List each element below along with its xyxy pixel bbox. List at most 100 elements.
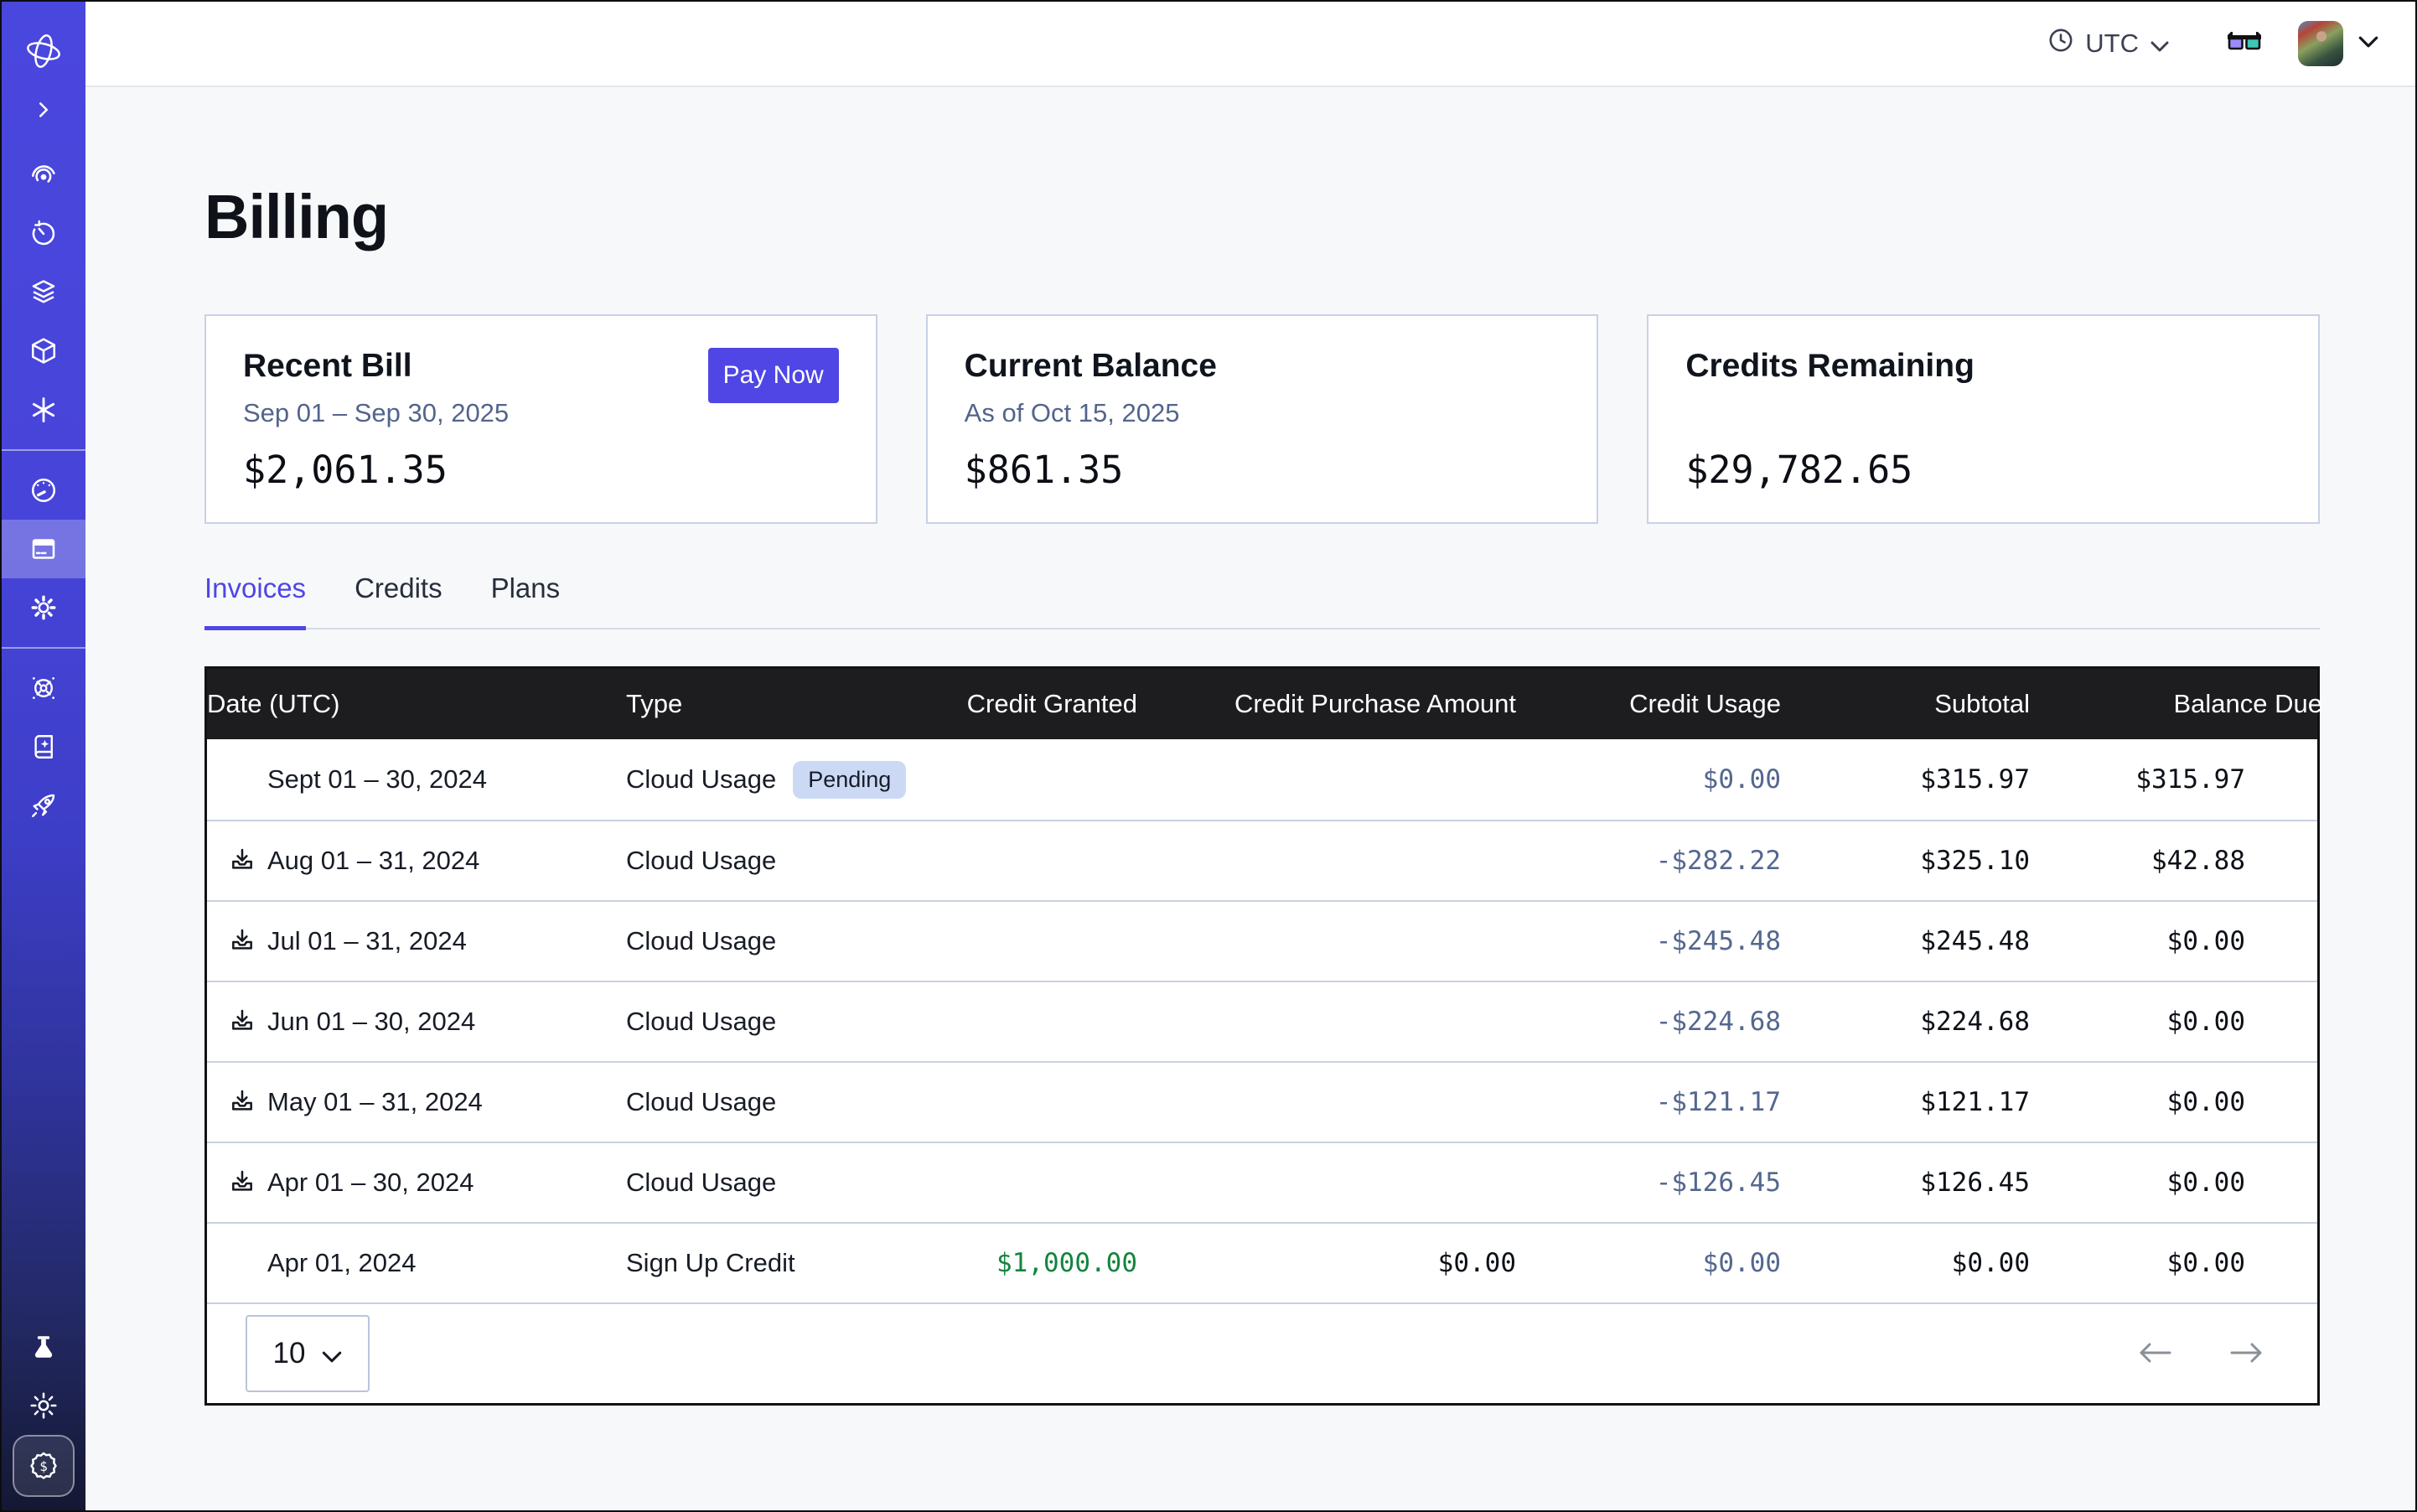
download-invoice-button[interactable] [229, 1168, 256, 1198]
col-date: Date (UTC) [207, 689, 626, 719]
download-invoice-button[interactable] [229, 927, 256, 956]
cell-credit-usage: -$282.22 [1516, 846, 1781, 876]
dollar-badge-icon: $ [27, 1449, 60, 1483]
sidebar-expand-button[interactable] [2, 80, 85, 139]
table-row: Aug 01 – 31, 2024 Cloud Usage -$282.22 $… [207, 820, 2317, 900]
sidebar-item-asterisk[interactable] [2, 381, 85, 439]
sidebar: $ [2, 2, 85, 1510]
cell-subtotal: $325.10 [1781, 846, 2030, 876]
table-header: Date (UTC) Type Credit Granted Credit Pu… [207, 669, 2317, 739]
tab-invoices[interactable]: Invoices [204, 572, 306, 630]
col-credit-purchase: Credit Purchase Amount [1137, 689, 1516, 719]
col-subtotal: Subtotal [1781, 689, 2030, 719]
cell-credit-usage: -$224.68 [1516, 1007, 1781, 1037]
cell-credit-granted: $1,000.00 [928, 1248, 1137, 1278]
cell-type: Cloud Usage [626, 926, 928, 956]
cell-credit-usage: $0.00 [1516, 764, 1781, 795]
next-page-button[interactable] [2228, 1339, 2265, 1369]
reader-mode-button[interactable] [2224, 30, 2264, 58]
topbar: UTC [85, 2, 2415, 87]
brand-logo[interactable] [2, 22, 85, 80]
rocket-icon [28, 790, 59, 821]
sidebar-item-timer[interactable] [2, 205, 85, 263]
cell-subtotal: $0.00 [1781, 1248, 2030, 1278]
cell-type: Cloud Usage [626, 1087, 928, 1117]
summary-cards: Recent Bill Sep 01 – Sep 30, 2025 $2,061… [204, 314, 2320, 524]
sidebar-divider [2, 449, 85, 451]
cell-subtotal: $126.45 [1781, 1168, 2030, 1198]
cell-date: Jun 01 – 30, 2024 [207, 1007, 626, 1037]
pagination [2136, 1339, 2265, 1369]
page-size-select[interactable]: 10 [246, 1315, 370, 1392]
cell-date: Aug 01 – 31, 2024 [207, 846, 626, 876]
cell-type: Cloud Usage [626, 1007, 928, 1037]
main-area: UTC [85, 2, 2415, 1510]
orbit-logo-icon [24, 32, 63, 70]
cell-type: Cloud Usage [626, 1168, 928, 1198]
sidebar-divider [2, 647, 85, 649]
cell-credit-usage: -$121.17 [1516, 1087, 1781, 1117]
download-icon [229, 1088, 256, 1117]
billing-page: $ UTC [0, 0, 2417, 1512]
download-icon [229, 1168, 256, 1198]
timezone-selector[interactable]: UTC [2048, 28, 2169, 60]
cell-subtotal: $224.68 [1781, 1007, 2030, 1037]
sidebar-item-billing[interactable] [2, 520, 85, 578]
col-type: Type [626, 689, 928, 719]
sidebar-item-docs[interactable] [2, 717, 85, 776]
sidebar-item-usage[interactable] [2, 461, 85, 520]
cell-subtotal: $315.97 [1781, 764, 2030, 795]
layers-icon [28, 277, 59, 308]
cell-date: Jul 01 – 31, 2024 [207, 926, 626, 956]
cell-type: Cloud Usage Pending [626, 761, 928, 799]
cell-balance-due: $0.00 [2030, 1087, 2322, 1117]
card-title: Credits Remaining [1685, 348, 2281, 385]
tab-credits[interactable]: Credits [355, 572, 443, 630]
flask-icon [29, 1333, 58, 1361]
col-balance-due: Balance Due [2030, 689, 2322, 719]
cube-icon [28, 336, 59, 366]
table-footer: 10 [207, 1302, 2317, 1403]
chevron-down-icon [322, 1337, 342, 1370]
cell-credit-purchase: $0.00 [1137, 1248, 1516, 1278]
sidebar-item-launch[interactable] [2, 776, 85, 835]
cell-balance-due: $42.88 [2030, 846, 2322, 876]
tab-plans[interactable]: Plans [491, 572, 561, 630]
arrow-left-icon [2136, 1339, 2173, 1369]
sidebar-item-cube[interactable] [2, 322, 85, 381]
gauge-icon [28, 475, 59, 505]
download-invoice-button[interactable] [229, 847, 256, 876]
sidebar-item-settings[interactable] [2, 578, 85, 637]
chevron-down-icon [2150, 28, 2169, 59]
status-badge: Pending [793, 761, 906, 799]
cell-date: Apr 01 – 30, 2024 [207, 1168, 626, 1198]
sidebar-item-helm[interactable] [2, 659, 85, 717]
recent-bill-amount: $2,061.35 [243, 448, 448, 492]
cell-balance-due: $0.00 [2030, 926, 2322, 956]
cell-date: Apr 01, 2024 [207, 1248, 626, 1278]
table-row: Jun 01 – 30, 2024 Cloud Usage -$224.68 $… [207, 981, 2317, 1061]
pay-now-button[interactable]: Pay Now [708, 348, 839, 403]
content: Billing Recent Bill Sep 01 – Sep 30, 202… [85, 87, 2415, 1510]
sidebar-item-theme[interactable] [2, 1376, 85, 1435]
account-menu[interactable] [2298, 21, 2378, 66]
download-invoice-button[interactable] [229, 1088, 256, 1117]
download-invoice-button[interactable] [229, 1007, 256, 1037]
card-title: Current Balance [965, 348, 1560, 385]
page-size-value: 10 [273, 1337, 306, 1370]
billing-card-icon [28, 534, 59, 564]
chevron-right-icon [31, 97, 56, 122]
asterisk-icon [29, 396, 58, 424]
col-credit-granted: Credit Granted [928, 689, 1137, 719]
billing-tabs: Invoices Credits Plans [204, 572, 2320, 629]
cell-date: Sept 01 – 30, 2024 [207, 764, 626, 795]
page-title: Billing [204, 181, 2320, 252]
cell-balance-due: $0.00 [2030, 1248, 2322, 1278]
sidebar-item-labs[interactable] [2, 1318, 85, 1376]
sidebar-item-layers[interactable] [2, 263, 85, 322]
prev-page-button[interactable] [2136, 1339, 2173, 1369]
sidebar-credits-button[interactable]: $ [13, 1435, 75, 1497]
sidebar-item-observe[interactable] [2, 146, 85, 205]
download-icon [229, 847, 256, 876]
table-row: Sept 01 – 30, 2024 Cloud Usage Pending $… [207, 739, 2317, 820]
